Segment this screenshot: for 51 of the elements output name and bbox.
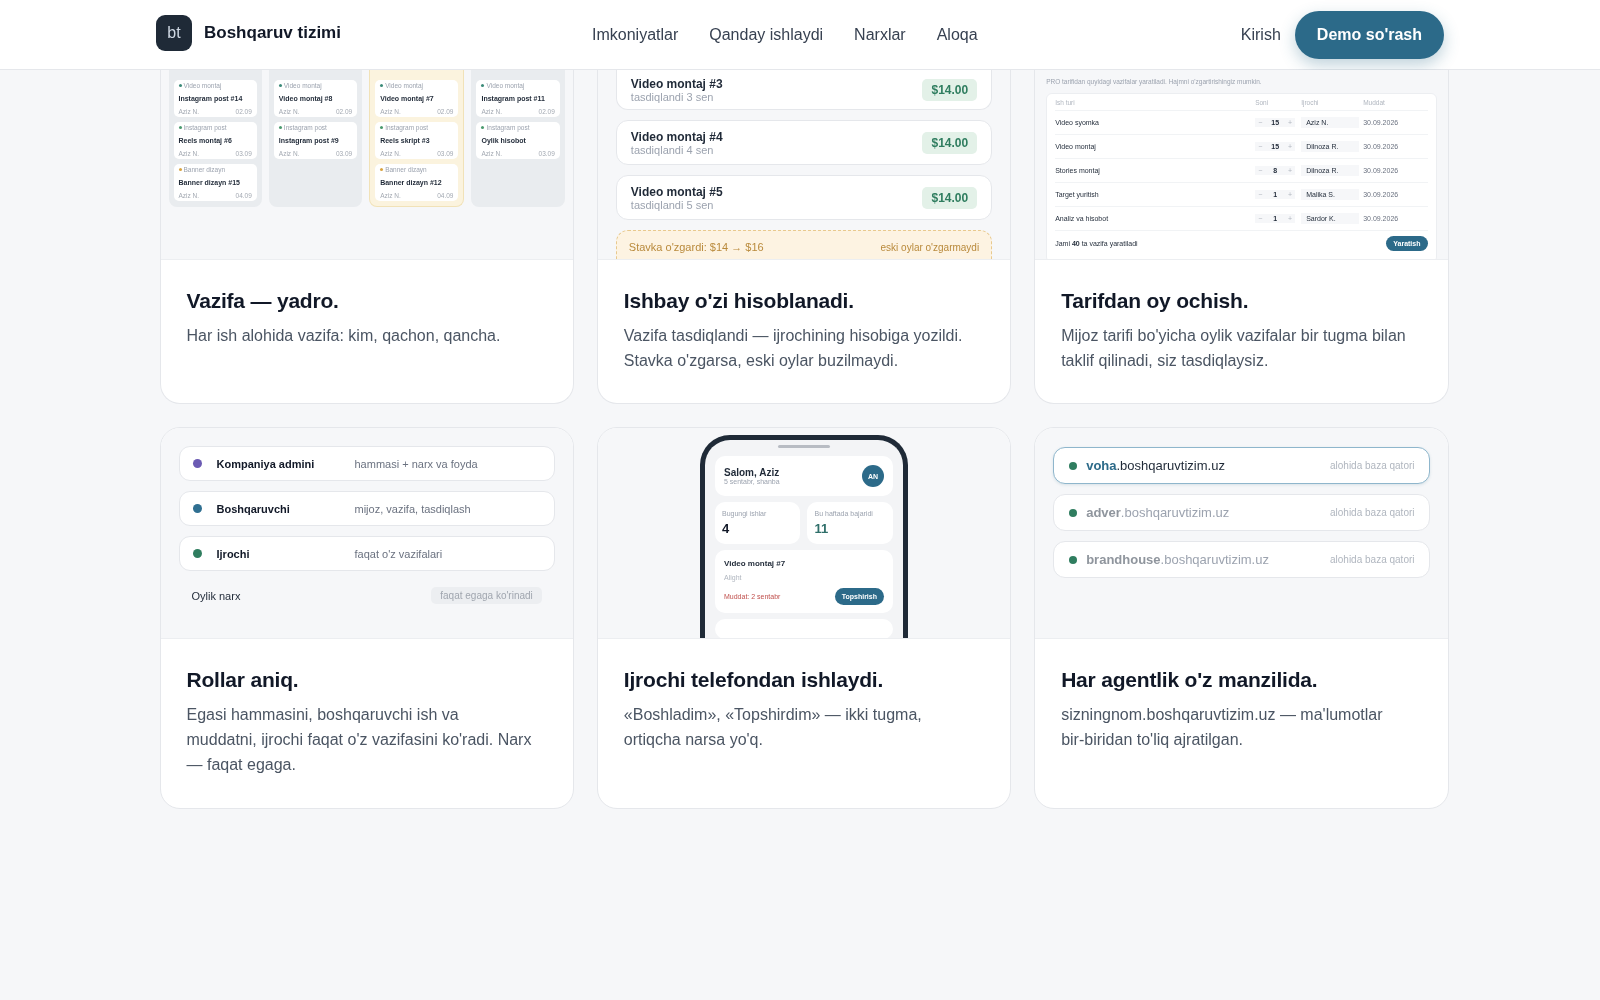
domain-address: voha.boshqaruvtizim.uz bbox=[1086, 458, 1226, 473]
feature-title: Tarifdan oy ochish. bbox=[1061, 289, 1250, 313]
feature-description: Har ish alohida vazifa: kim, qachon, qancha. bbox=[186, 326, 502, 346]
amount-badge: $14.00 bbox=[922, 186, 978, 209]
notice-note: eski oylar o'zgarmaydi bbox=[880, 241, 980, 255]
task-title: Video montaj #7 bbox=[724, 559, 787, 568]
feature-title: Vazifa — yadro. bbox=[186, 289, 340, 313]
rate-change-text: Stavka o'zgardi: $14 → $16 bbox=[628, 241, 764, 255]
feature-description: «Boshladim», «Topshirdim» — ikki tugma, ortiqcha narsa yo'q. bbox=[623, 705, 923, 750]
task-title: Video montaj #4 bbox=[630, 129, 723, 144]
nav-link[interactable]: Qanday ishlaydi bbox=[709, 25, 824, 44]
approval-note: tasdiqlandi 5 sen bbox=[630, 198, 715, 211]
nav-link[interactable]: Imkoniyatlar bbox=[592, 25, 679, 44]
domain-note: alohida baza qatori bbox=[1330, 460, 1415, 471]
amount-badge: $14.00 bbox=[922, 131, 978, 154]
domain-address: adver.boshqaruvtizim.uz bbox=[1086, 505, 1231, 520]
nav-link[interactable]: Narxlar bbox=[854, 25, 906, 44]
price-label: Oylik narx bbox=[191, 589, 241, 602]
feature-description: Egasi hammasini, boshqaruvchi ish va muddatni, ijrochi faqat o'z vazifasini ko'radi. Narx — faqat egaga. bbox=[186, 705, 533, 775]
feature-title: Har agentlik o'z manzilida. bbox=[1061, 668, 1319, 692]
login-link[interactable]: Kirish bbox=[1240, 25, 1281, 44]
nav-link[interactable]: Aloqa bbox=[936, 25, 978, 44]
phone-notch bbox=[778, 445, 830, 448]
role-name: Kompaniya admini bbox=[216, 457, 316, 470]
feature-title: Ishbay o'zi hisoblanadi. bbox=[623, 289, 855, 313]
feature-description: Vazifa tasdiqlandi — ijrochining hisobiga yozildi. Stavka o'zgarsa, eski oylar buzilmaydi. bbox=[623, 326, 964, 371]
role-name: Boshqaruvchi bbox=[216, 502, 291, 515]
brand-name: Boshqaruv tizimi bbox=[204, 23, 341, 43]
feature-title: Rollar aniq. bbox=[186, 668, 300, 692]
logo[interactable]: bt bbox=[156, 15, 192, 51]
domain-address: brandhouse.boshqaruvtizim.uz bbox=[1086, 552, 1270, 567]
domain-note: alohida baza qatori bbox=[1330, 507, 1415, 518]
approval-note: tasdiqlandi 4 sen bbox=[630, 143, 715, 156]
role-name: Ijrochi bbox=[216, 547, 251, 560]
stat-value: 4 bbox=[722, 521, 731, 536]
visibility-badge: faqat egaga ko'rinadi bbox=[431, 587, 542, 604]
role-access: mijoz, vazifa, tasdiqlash bbox=[354, 502, 471, 515]
domain-row[interactable]: voha.boshqaruvtizim.uz alohida baza qatori bbox=[1053, 447, 1430, 484]
stat-value: 11 bbox=[814, 521, 830, 536]
demo-button[interactable]: Demo so'rash bbox=[1294, 10, 1444, 59]
task-title: Video montaj #3 bbox=[630, 76, 723, 91]
greeting: Salom, Aziz bbox=[724, 467, 780, 478]
feature-title: Ijrochi telefondan ishlaydi. bbox=[623, 668, 885, 692]
approval-note: tasdiqlandi 3 sen bbox=[630, 90, 715, 103]
amount-badge: $14.00 bbox=[922, 78, 978, 101]
feature-description: Mijoz tarifi bo'yicha oylik vazifalar bir tugma bilan taklif qilinadi, siz tasdiqlaysiz. bbox=[1061, 326, 1407, 371]
task-title: Video montaj #5 bbox=[630, 184, 723, 199]
role-access: faqat o'z vazifalari bbox=[354, 547, 443, 560]
domain-note: alohida baza qatori bbox=[1330, 554, 1415, 565]
feature-description: sizningnom.boshqaruvtizim.uz — ma'lumotlar bir-biridan to'liq ajratilgan. bbox=[1061, 705, 1384, 750]
role-access: hammasi + narx va foyda bbox=[354, 457, 478, 470]
